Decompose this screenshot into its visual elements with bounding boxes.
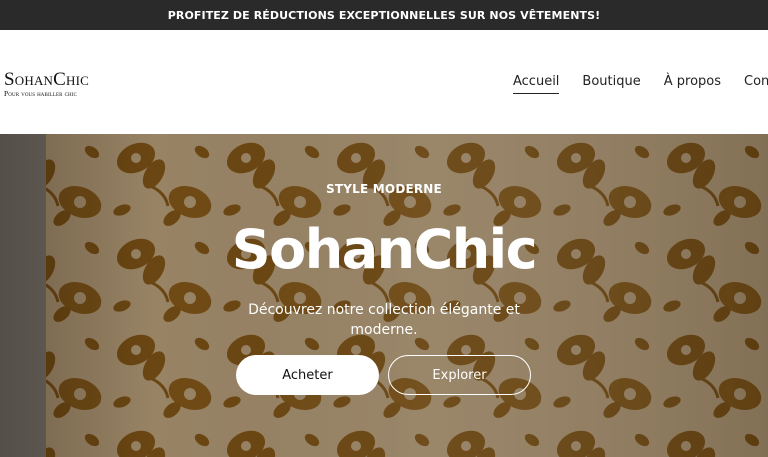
nav-item-boutique[interactable]: Boutique — [582, 74, 640, 94]
hero-eyebrow: STYLE MODERNE — [326, 182, 442, 196]
logo-tagline: Pour vous habiller chic — [4, 89, 77, 98]
hero-title: SohanChic — [231, 218, 538, 281]
nav-item-accueil[interactable]: Accueil — [513, 74, 560, 94]
hero-content: STYLE MODERNE SohanChic Découvrez notre … — [0, 134, 768, 457]
hero-subtitle: Découvrez notre collection élégante et m… — [248, 302, 520, 338]
logo-name: SohanChic — [4, 69, 89, 90]
main-nav: Accueil Boutique À propos Contact — [513, 74, 768, 94]
announcement-text: PROFITEZ DE RÉDUCTIONS EXCEPTIONNELLES S… — [167, 8, 601, 22]
explore-button[interactable]: Explorer — [388, 355, 531, 395]
shop-button[interactable]: Acheter — [236, 355, 379, 395]
nav-item-contact[interactable]: Contact — [744, 74, 768, 94]
hero-section: STYLE MODERNE SohanChic Découvrez notre … — [0, 134, 768, 457]
nav-item-a-propos[interactable]: À propos — [664, 74, 721, 94]
announcement-bar: PROFITEZ DE RÉDUCTIONS EXCEPTIONNELLES S… — [0, 0, 768, 30]
logo[interactable]: SohanChic Pour vous habiller chic — [4, 70, 89, 98]
site-header: SohanChic Pour vous habiller chic Accuei… — [0, 30, 768, 134]
